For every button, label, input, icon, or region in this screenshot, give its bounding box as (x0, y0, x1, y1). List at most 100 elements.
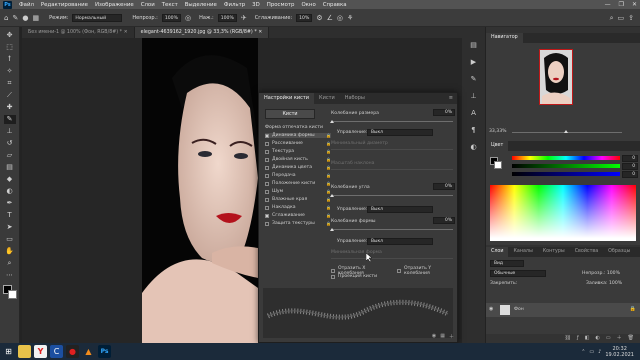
healing-icon[interactable]: ✚ (4, 103, 16, 112)
brush-size-dropdown-icon[interactable]: ● (22, 14, 28, 22)
checkbox[interactable] (265, 157, 269, 162)
navigator-preview[interactable] (539, 49, 573, 105)
brush-settings-toggle-icon[interactable]: ▦ (32, 14, 39, 22)
marquee-icon[interactable]: ⬚ (4, 43, 16, 52)
clone-source-icon[interactable]: ⊥ (470, 92, 476, 100)
color-ramp-r[interactable] (512, 156, 620, 160)
flip-y-option[interactable]: Отразить Y колебания (397, 266, 457, 276)
tab-brushes[interactable]: Кисти (314, 93, 340, 104)
windows-start-icon[interactable]: ⊞ (2, 345, 15, 358)
document-image[interactable] (142, 38, 258, 343)
smoothing-field[interactable]: 10% (296, 13, 313, 22)
lasso-icon[interactable]: ꝉ (4, 55, 16, 64)
history-brush-icon[interactable]: ↺ (4, 139, 16, 148)
group-icon[interactable]: ▭ (606, 334, 611, 343)
volume-icon[interactable]: ♪ (598, 349, 601, 355)
type-icon[interactable]: T (4, 211, 16, 220)
opacity-field[interactable]: 100% (161, 13, 181, 22)
quick-select-icon[interactable]: ✧ (4, 67, 16, 76)
eraser-icon[interactable]: ▱ (4, 151, 16, 160)
layer-fill[interactable]: Заливка: 100% (586, 281, 622, 286)
option-scattering[interactable]: Рассеивание 🔒 (265, 141, 331, 146)
navigator-zoom[interactable]: 33,33% (489, 129, 507, 134)
option-brush-pose[interactable]: Положение кисти 🔒 (265, 181, 331, 186)
shape-icon[interactable]: ▭ (4, 235, 16, 244)
dodge-icon[interactable]: ◐ (4, 187, 16, 196)
grid-icon[interactable]: ▦ (440, 333, 445, 340)
actions-panel-icon[interactable]: ▶ (471, 58, 476, 66)
roundness-jitter-knob[interactable] (330, 228, 334, 231)
brush-projection-option[interactable]: Проекция кисти (331, 274, 391, 279)
checkbox[interactable] (331, 274, 335, 279)
control2-select[interactable]: Выкл (367, 206, 433, 213)
hand-icon[interactable]: ✋ (4, 247, 16, 256)
menu-item-window[interactable]: Окно (301, 2, 315, 8)
record-app-icon[interactable]: ● (66, 345, 79, 358)
tab-layers[interactable]: Слои (486, 247, 509, 257)
control3-select[interactable]: Выкл (367, 238, 433, 245)
tab-presets[interactable]: Наборы (340, 93, 370, 104)
panel-menu-icon[interactable]: ≡ (449, 93, 457, 104)
path-select-icon[interactable]: ➤ (4, 223, 16, 232)
close-button[interactable]: ✕ (632, 1, 637, 8)
menu-item-image[interactable]: Изображение (95, 2, 134, 8)
brush-tip-shape-item[interactable]: Форма отпечатка кисти (265, 125, 323, 130)
more-tools-icon[interactable]: ⋯ (4, 271, 16, 280)
option-wet-edges[interactable]: Влажные края 🔒 (265, 197, 331, 202)
ccleaner-icon[interactable]: C (50, 345, 63, 358)
lock-icon[interactable]: 🔒 (326, 197, 331, 202)
mode-select[interactable]: Нормальный (72, 13, 123, 22)
pen-icon[interactable]: ✒ (4, 199, 16, 208)
option-smoothing[interactable]: Сглаживание 🔒 (265, 213, 331, 218)
mask-icon[interactable]: ◧ (585, 334, 590, 343)
menu-item-type[interactable]: Текст (162, 2, 178, 8)
lock-icon[interactable]: 🔒 (326, 213, 331, 218)
color-g-value[interactable]: 0 (622, 163, 638, 170)
menu-item-file[interactable]: Файл (19, 2, 34, 8)
checkbox[interactable] (265, 181, 269, 186)
lock-icon[interactable]: 🔒 (326, 133, 331, 138)
option-color-dynamics[interactable]: Динамика цвета 🔒 (265, 165, 331, 170)
adjustments-panel-icon[interactable]: ◐ (470, 143, 476, 151)
adjustment-layer-icon[interactable]: ◐ (596, 334, 600, 343)
menu-item-edit[interactable]: Редактирование (41, 2, 88, 8)
layer-row[interactable]: ◉ Фон 🔒 (486, 303, 640, 317)
option-transfer[interactable]: Передача 🔒 (265, 173, 331, 178)
lock-icon[interactable]: 🔒 (326, 173, 331, 178)
clock[interactable]: 20:32 19.02.2021 (605, 346, 634, 358)
menu-item-layers[interactable]: Слои (141, 2, 155, 8)
fx-icon[interactable]: ƒ (577, 334, 579, 343)
tab-swatches[interactable]: Образцы (603, 247, 635, 257)
tab-color[interactable]: Цвет (486, 141, 509, 151)
color-swatches[interactable] (2, 285, 17, 299)
tilt-scale-slider[interactable] (331, 169, 453, 170)
checkbox[interactable] (265, 205, 269, 210)
stamp-icon[interactable]: ⊥ (4, 127, 16, 136)
angle-jitter-slider[interactable] (331, 195, 453, 196)
brush-tool-icon[interactable]: ✎ (12, 14, 18, 22)
color-ramp-b[interactable] (512, 172, 620, 176)
checkbox[interactable] (265, 221, 269, 226)
menu-item-help[interactable]: Справка (323, 2, 347, 8)
tab-untitled-1[interactable]: Без имени-1 @ 100% (Фон, RGB/8#) * ✕ (22, 27, 135, 38)
checkbox[interactable] (265, 165, 269, 170)
pressure-size-icon[interactable]: ◎ (337, 14, 343, 22)
blend-mode-select[interactable]: Обычные (490, 270, 546, 277)
vlc-icon[interactable]: ▲ (82, 345, 95, 358)
new-brush-icon[interactable]: ＋ (449, 333, 454, 340)
option-build-up[interactable]: Накладка 🔒 (265, 205, 331, 210)
color-r-value[interactable]: 0 (622, 155, 638, 162)
option-noise[interactable]: Шум 🔒 (265, 189, 331, 194)
home-icon[interactable]: ⌂ (4, 14, 8, 22)
background-swatch[interactable] (494, 161, 502, 169)
option-shape-dynamics[interactable]: Динамика формы 🔒 (265, 133, 331, 138)
option-dual-brush[interactable]: Двойная кисть 🔒 (265, 157, 331, 162)
tab-properties[interactable]: Свойства (570, 247, 603, 257)
zoom-slider-knob[interactable] (564, 130, 568, 133)
checkbox[interactable] (265, 173, 269, 178)
brush-settings-panel-icon[interactable]: ✎ (471, 75, 477, 83)
checkbox[interactable] (331, 269, 335, 273)
tab-channels[interactable]: Каналы (508, 247, 537, 257)
lock-icon[interactable]: 🔒 (326, 205, 331, 210)
tab-navigator[interactable]: Навигатор (486, 33, 523, 43)
